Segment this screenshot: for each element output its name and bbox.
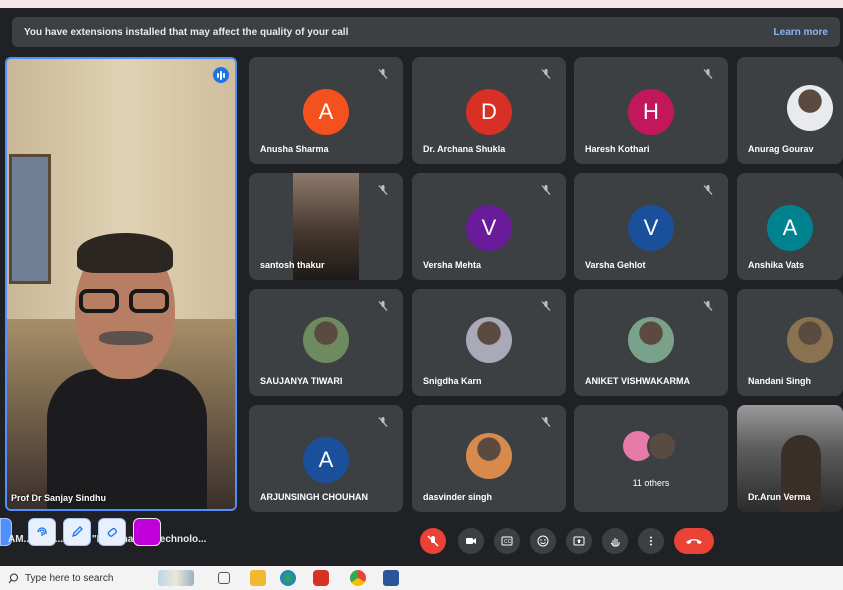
participant-name: Dr.Arun Verma: [748, 492, 811, 502]
participant-tile[interactable]: A ARJUNSINGH CHOUHAN: [249, 405, 403, 512]
banner-text: You have extensions installed that may a…: [24, 26, 349, 38]
search-placeholder: Type here to search: [25, 572, 114, 584]
task-view-icon[interactable]: [218, 572, 230, 584]
participant-name: Anshika Vats: [748, 260, 805, 270]
eraser-icon[interactable]: [98, 518, 126, 546]
participant-name: Prof Dr Sanjay Sindhu: [11, 493, 107, 503]
avatar: A: [767, 205, 813, 251]
participant-tile[interactable]: dasvinder singh: [412, 405, 566, 512]
mic-off-icon: [540, 299, 552, 311]
bottom-control-bar: AM... te... ...ce on "Information Techno…: [0, 514, 843, 566]
speaker-video: [47, 219, 207, 509]
avatar: H: [628, 89, 674, 135]
raise-hand-icon[interactable]: [602, 528, 628, 554]
opera-icon[interactable]: [313, 570, 329, 586]
mic-off-icon: [377, 415, 389, 427]
taskbar-search[interactable]: Type here to search: [0, 566, 150, 590]
participant-name: Haresh Kothari: [585, 144, 650, 154]
avatar: [466, 317, 512, 363]
avatar: D: [466, 89, 512, 135]
cortana-icon[interactable]: [158, 570, 194, 586]
pen-icon[interactable]: [63, 518, 91, 546]
avatar: [787, 85, 833, 131]
browser-strip: [0, 0, 843, 8]
avatar: V: [628, 205, 674, 251]
wall-picture: [9, 154, 51, 284]
participant-name: Snigdha Karn: [423, 376, 482, 386]
mic-off-icon: [377, 67, 389, 79]
participant-name: ANIKET VISHWAKARMA: [585, 376, 690, 386]
participant-tile[interactable]: A Anshika Vats: [737, 173, 843, 280]
avatar: V: [466, 205, 512, 251]
meet-window: You have extensions installed that may a…: [0, 0, 843, 590]
others-avatars: [623, 431, 679, 461]
extensions-banner: You have extensions installed that may a…: [12, 17, 840, 47]
participant-tile[interactable]: V Versha Mehta: [412, 173, 566, 280]
mic-off-icon[interactable]: [420, 528, 446, 554]
avatar: A: [303, 89, 349, 135]
mic-off-icon: [377, 183, 389, 195]
more-icon[interactable]: [638, 528, 664, 554]
participant-tile[interactable]: H Haresh Kothari: [574, 57, 728, 164]
edge-icon[interactable]: [280, 570, 296, 586]
avatar: [787, 317, 833, 363]
participant-tile[interactable]: Dr.Arun Verma: [737, 405, 843, 512]
camera-icon[interactable]: [458, 528, 484, 554]
participant-name: 11 others: [632, 478, 670, 488]
participant-tile[interactable]: SAUJANYA TIWARI: [249, 289, 403, 396]
hang-up-icon[interactable]: [674, 528, 714, 554]
mic-off-icon: [540, 67, 552, 79]
participant-name: Anusha Sharma: [260, 144, 329, 154]
participant-tile[interactable]: D Dr. Archana Shukla: [412, 57, 566, 164]
participant-tile[interactable]: ANIKET VISHWAKARMA: [574, 289, 728, 396]
participant-tile[interactable]: Nandani Singh: [737, 289, 843, 396]
mic-off-icon: [702, 67, 714, 79]
participant-name: ARJUNSINGH CHOUHAN: [260, 492, 369, 502]
fingerprint-icon[interactable]: [28, 518, 56, 546]
participant-name: Versha Mehta: [423, 260, 482, 270]
speaking-indicator-icon: [213, 67, 229, 83]
avatar: [628, 317, 674, 363]
word-icon[interactable]: [383, 570, 399, 586]
chrome-icon[interactable]: [350, 570, 366, 586]
captions-icon[interactable]: CC: [494, 528, 520, 554]
emoji-icon[interactable]: [530, 528, 556, 554]
os-taskbar: Type here to search: [0, 566, 843, 590]
mic-off-icon: [702, 183, 714, 195]
mic-off-icon: [702, 299, 714, 311]
participant-name: Varsha Gehlot: [585, 260, 646, 270]
participant-name: Dr. Archana Shukla: [423, 144, 506, 154]
avatar: [466, 433, 512, 479]
participant-name: SAUJANYA TIWARI: [260, 376, 343, 386]
color-picker[interactable]: [133, 518, 161, 546]
participant-name: dasvinder singh: [423, 492, 493, 502]
participant-name: Nandani Singh: [748, 376, 811, 386]
participant-tile[interactable]: 11 others: [574, 405, 728, 512]
participant-tile[interactable]: Anurag Gourav: [737, 57, 843, 164]
participant-tile[interactable]: A Anusha Sharma: [249, 57, 403, 164]
avatar: A: [303, 437, 349, 483]
mic-off-icon: [377, 299, 389, 311]
participant-name: santosh thakur: [260, 260, 325, 270]
meeting-title: AM... te... ...ce on "Information Techno…: [8, 534, 207, 545]
present-icon[interactable]: [566, 528, 592, 554]
avatar: [303, 317, 349, 363]
file-explorer-icon[interactable]: [250, 570, 266, 586]
svg-text:CC: CC: [504, 539, 512, 545]
mic-off-icon: [540, 415, 552, 427]
learn-more-link[interactable]: Learn more: [774, 27, 828, 38]
participant-tile[interactable]: V Varsha Gehlot: [574, 173, 728, 280]
participant-name: Anurag Gourav: [748, 144, 814, 154]
mic-off-icon: [540, 183, 552, 195]
participant-tile[interactable]: Snigdha Karn: [412, 289, 566, 396]
search-icon: [8, 573, 18, 583]
main-speaker-tile[interactable]: Prof Dr Sanjay Sindhu: [5, 57, 237, 511]
participant-tile[interactable]: santosh thakur: [249, 173, 403, 280]
